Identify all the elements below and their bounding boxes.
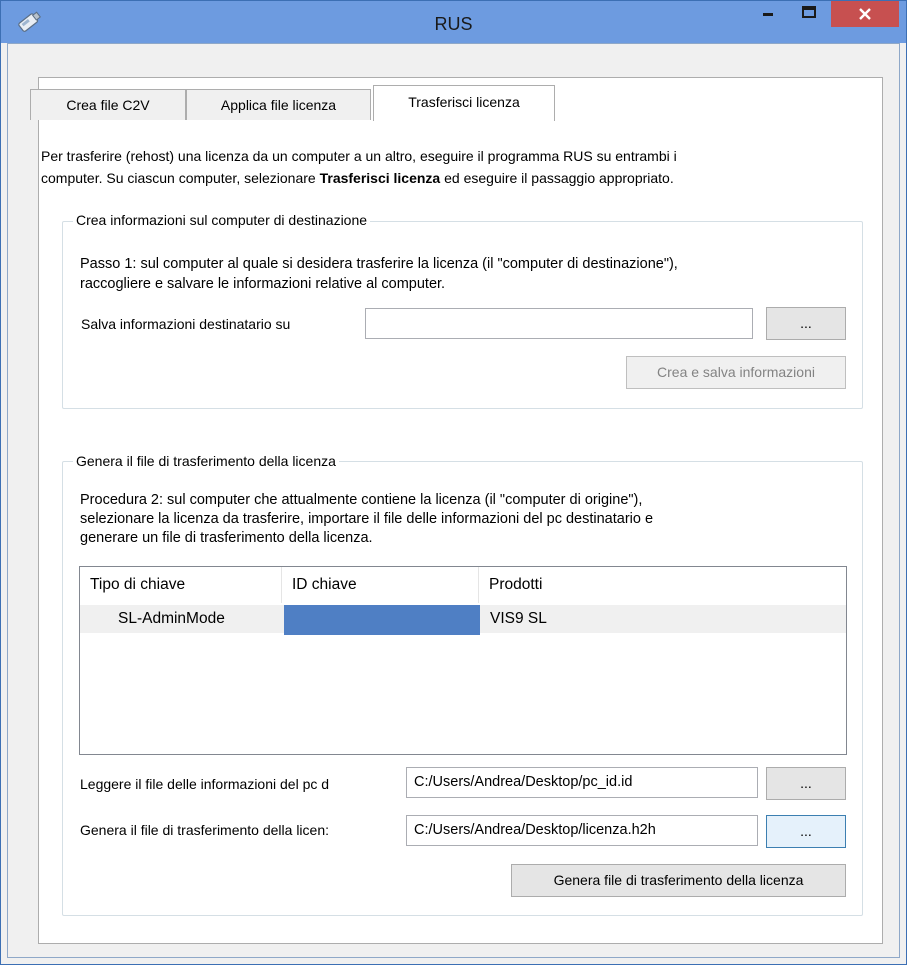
tab-trasferisci-licenza[interactable]: Trasferisci licenza [373, 85, 555, 121]
intro-bold-tab-name: Trasferisci licenza [319, 170, 441, 186]
save-info-label: Salva informazioni destinatario su [81, 316, 291, 332]
close-button[interactable] [831, 1, 899, 27]
step1-description: Passo 1: sul computer al quale si deside… [80, 254, 678, 294]
tab-applica-licenza[interactable]: Applica file licenza [186, 89, 371, 120]
license-list[interactable]: Tipo di chiave ID chiave Prodotti SL-Adm… [79, 566, 847, 755]
license-list-header: Tipo di chiave ID chiave Prodotti [80, 567, 846, 603]
step1-desc-line-1: Passo 1: sul computer al quale si deside… [80, 256, 678, 272]
row-key-id-highlight [284, 633, 480, 635]
close-icon [859, 8, 871, 20]
browse-read-button[interactable]: ... [766, 767, 846, 800]
step2-desc-line-1: Procedura 2: sul computer che attualment… [80, 492, 643, 508]
generate-file-label: Genera il file di trasferimento della li… [80, 822, 330, 838]
minimize-button[interactable] [747, 1, 787, 27]
row-key-id [284, 605, 480, 633]
tab-crea-c2v[interactable]: Crea file C2V [30, 89, 186, 120]
read-info-path-input[interactable]: C:/Users/Andrea/Desktop/pc_id.id [406, 767, 758, 798]
row-key-type: SL-AdminMode [118, 610, 225, 627]
browse-save-button[interactable]: ... [766, 307, 846, 340]
intro-text: Per trasferire (rehost) una licenza da u… [41, 145, 891, 189]
group-generate-legend: Genera il file di trasferimento della li… [73, 452, 339, 470]
row-products: VIS9 SL [490, 610, 547, 627]
minimize-icon [763, 13, 773, 16]
step1-desc-line-2: raccogliere e salvare le informazioni re… [80, 276, 446, 292]
column-header-products[interactable]: Prodotti [479, 567, 846, 603]
generate-transfer-file-button[interactable]: Genera file di trasferimento della licen… [511, 864, 846, 897]
app-window: RUS Crea file C2V Applica file licenza T… [0, 0, 907, 965]
license-row[interactable]: SL-AdminMode VIS9 SL [80, 605, 846, 633]
step2-desc-line-3: generare un file di trasferimento della … [80, 530, 373, 546]
intro-line-2-start: computer. Su ciascun computer, seleziona… [41, 170, 320, 186]
create-save-info-button[interactable]: Crea e salva informazioni [626, 356, 846, 389]
column-header-key-type[interactable]: Tipo di chiave [80, 567, 282, 603]
save-info-path-input[interactable] [365, 308, 753, 339]
column-header-key-id[interactable]: ID chiave [282, 567, 479, 603]
maximize-button[interactable] [789, 1, 829, 27]
intro-line-1: Per trasferire (rehost) una licenza da u… [41, 148, 677, 164]
title-bar[interactable]: RUS [1, 1, 906, 43]
step2-desc-line-2: selezionare la licenza da trasferire, im… [80, 511, 654, 527]
read-info-label: Leggere il file delle informazioni del p… [80, 776, 330, 792]
step2-description: Procedura 2: sul computer che attualment… [80, 491, 653, 548]
group-destination-legend: Crea informazioni sul computer di destin… [73, 211, 371, 229]
intro-line-2: computer. Su ciascun computer, seleziona… [41, 167, 891, 189]
browse-generate-button[interactable]: ... [766, 815, 846, 848]
intro-line-2-end: ed eseguire il passaggio appropriato. [440, 170, 674, 186]
generate-file-path-input[interactable]: C:/Users/Andrea/Desktop/licenza.h2h [406, 815, 758, 846]
